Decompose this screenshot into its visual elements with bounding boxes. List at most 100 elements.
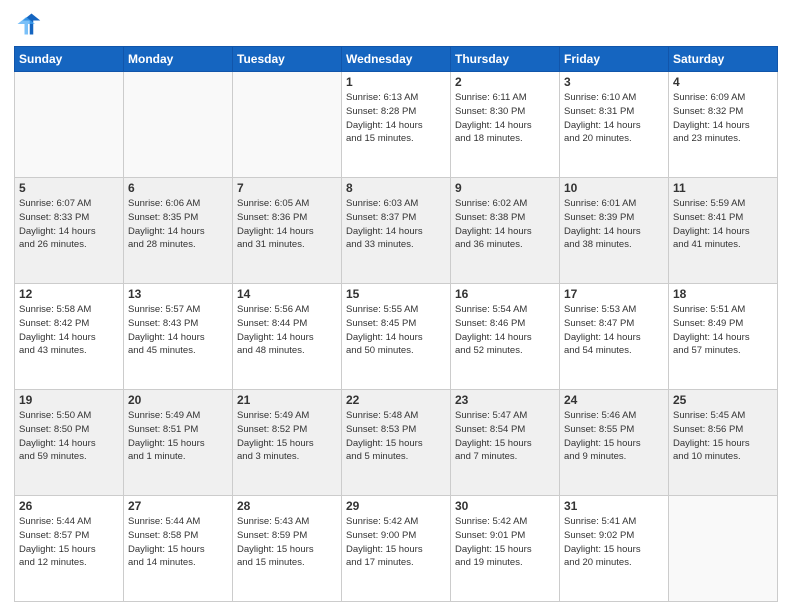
calendar-cell: 19 Sunrise: 5:50 AMSunset: 8:50 PMDayligh… bbox=[15, 390, 124, 496]
day-number: 24 bbox=[564, 393, 664, 407]
day-info: Sunrise: 6:03 AMSunset: 8:37 PMDaylight:… bbox=[346, 197, 446, 252]
day-info: Sunrise: 5:45 AMSunset: 8:56 PMDaylight:… bbox=[673, 409, 773, 464]
day-info: Sunrise: 5:51 AMSunset: 8:49 PMDaylight:… bbox=[673, 303, 773, 358]
day-info: Sunrise: 5:59 AMSunset: 8:41 PMDaylight:… bbox=[673, 197, 773, 252]
day-number: 13 bbox=[128, 287, 228, 301]
day-info: Sunrise: 5:47 AMSunset: 8:54 PMDaylight:… bbox=[455, 409, 555, 464]
calendar-cell: 27 Sunrise: 5:44 AMSunset: 8:58 PMDayligh… bbox=[124, 496, 233, 602]
day-number: 15 bbox=[346, 287, 446, 301]
day-info: Sunrise: 5:54 AMSunset: 8:46 PMDaylight:… bbox=[455, 303, 555, 358]
calendar-cell: 18 Sunrise: 5:51 AMSunset: 8:49 PMDayligh… bbox=[669, 284, 778, 390]
day-number: 27 bbox=[128, 499, 228, 513]
calendar-cell: 7 Sunrise: 6:05 AMSunset: 8:36 PMDaylight… bbox=[233, 178, 342, 284]
day-number: 25 bbox=[673, 393, 773, 407]
header bbox=[14, 10, 778, 38]
weekday-header-monday: Monday bbox=[124, 47, 233, 72]
day-info: Sunrise: 6:07 AMSunset: 8:33 PMDaylight:… bbox=[19, 197, 119, 252]
calendar-cell: 2 Sunrise: 6:11 AMSunset: 8:30 PMDaylight… bbox=[451, 72, 560, 178]
day-info: Sunrise: 5:44 AMSunset: 8:57 PMDaylight:… bbox=[19, 515, 119, 570]
day-number: 26 bbox=[19, 499, 119, 513]
day-info: Sunrise: 5:57 AMSunset: 8:43 PMDaylight:… bbox=[128, 303, 228, 358]
day-number: 18 bbox=[673, 287, 773, 301]
weekday-header-friday: Friday bbox=[560, 47, 669, 72]
day-info: Sunrise: 6:05 AMSunset: 8:36 PMDaylight:… bbox=[237, 197, 337, 252]
calendar-cell: 25 Sunrise: 5:45 AMSunset: 8:56 PMDayligh… bbox=[669, 390, 778, 496]
logo bbox=[14, 10, 46, 38]
day-info: Sunrise: 6:10 AMSunset: 8:31 PMDaylight:… bbox=[564, 91, 664, 146]
day-info: Sunrise: 5:49 AMSunset: 8:52 PMDaylight:… bbox=[237, 409, 337, 464]
day-number: 7 bbox=[237, 181, 337, 195]
calendar-cell: 31Sunrise: 5:41 AMSunset: 9:02 PMDayligh… bbox=[560, 496, 669, 602]
calendar-cell: 24 Sunrise: 5:46 AMSunset: 8:55 PMDayligh… bbox=[560, 390, 669, 496]
day-number: 16 bbox=[455, 287, 555, 301]
day-info: Sunrise: 6:02 AMSunset: 8:38 PMDaylight:… bbox=[455, 197, 555, 252]
calendar-cell: 3Sunrise: 6:10 AMSunset: 8:31 PMDaylight… bbox=[560, 72, 669, 178]
calendar-cell: 16 Sunrise: 5:54 AMSunset: 8:46 PMDayligh… bbox=[451, 284, 560, 390]
day-info: Sunrise: 5:43 AMSunset: 8:59 PMDaylight:… bbox=[237, 515, 337, 570]
calendar-cell bbox=[124, 72, 233, 178]
day-number: 19 bbox=[19, 393, 119, 407]
calendar-cell: 6Sunrise: 6:06 AMSunset: 8:35 PMDaylight… bbox=[124, 178, 233, 284]
calendar-cell: 8 Sunrise: 6:03 AMSunset: 8:37 PMDaylight… bbox=[342, 178, 451, 284]
calendar-cell: 5 Sunrise: 6:07 AMSunset: 8:33 PMDaylight… bbox=[15, 178, 124, 284]
calendar-cell: 17 Sunrise: 5:53 AMSunset: 8:47 PMDayligh… bbox=[560, 284, 669, 390]
calendar-cell: 14Sunrise: 5:56 AMSunset: 8:44 PMDayligh… bbox=[233, 284, 342, 390]
day-info: Sunrise: 5:53 AMSunset: 8:47 PMDaylight:… bbox=[564, 303, 664, 358]
day-info: Sunrise: 6:06 AMSunset: 8:35 PMDaylight:… bbox=[128, 197, 228, 252]
day-info: Sunrise: 5:46 AMSunset: 8:55 PMDaylight:… bbox=[564, 409, 664, 464]
calendar-cell bbox=[233, 72, 342, 178]
day-number: 17 bbox=[564, 287, 664, 301]
calendar-cell: 15 Sunrise: 5:55 AMSunset: 8:45 PMDayligh… bbox=[342, 284, 451, 390]
day-info: Sunrise: 5:44 AMSunset: 8:58 PMDaylight:… bbox=[128, 515, 228, 570]
calendar-cell: 23 Sunrise: 5:47 AMSunset: 8:54 PMDayligh… bbox=[451, 390, 560, 496]
day-info: Sunrise: 6:01 AMSunset: 8:39 PMDaylight:… bbox=[564, 197, 664, 252]
day-number: 30 bbox=[455, 499, 555, 513]
weekday-header-row: SundayMondayTuesdayWednesdayThursdayFrid… bbox=[15, 47, 778, 72]
day-number: 22 bbox=[346, 393, 446, 407]
day-info: Sunrise: 5:49 AMSunset: 8:51 PMDaylight:… bbox=[128, 409, 228, 464]
weekday-header-saturday: Saturday bbox=[669, 47, 778, 72]
weekday-header-wednesday: Wednesday bbox=[342, 47, 451, 72]
calendar-week-row: 1 Sunrise: 6:13 AMSunset: 8:28 PMDaylight… bbox=[15, 72, 778, 178]
day-number: 23 bbox=[455, 393, 555, 407]
day-info: Sunrise: 6:09 AMSunset: 8:32 PMDaylight:… bbox=[673, 91, 773, 146]
day-number: 1 bbox=[346, 75, 446, 89]
weekday-header-tuesday: Tuesday bbox=[233, 47, 342, 72]
logo-icon bbox=[14, 10, 42, 38]
calendar-cell bbox=[669, 496, 778, 602]
calendar-cell: 4Sunrise: 6:09 AMSunset: 8:32 PMDaylight… bbox=[669, 72, 778, 178]
day-info: Sunrise: 6:11 AMSunset: 8:30 PMDaylight:… bbox=[455, 91, 555, 146]
day-number: 11 bbox=[673, 181, 773, 195]
calendar-cell: 20 Sunrise: 5:49 AMSunset: 8:51 PMDayligh… bbox=[124, 390, 233, 496]
day-number: 31 bbox=[564, 499, 664, 513]
calendar-cell: 21Sunrise: 5:49 AMSunset: 8:52 PMDayligh… bbox=[233, 390, 342, 496]
day-number: 20 bbox=[128, 393, 228, 407]
day-number: 8 bbox=[346, 181, 446, 195]
day-info: Sunrise: 5:42 AMSunset: 9:01 PMDaylight:… bbox=[455, 515, 555, 570]
day-number: 28 bbox=[237, 499, 337, 513]
calendar-week-row: 12Sunrise: 5:58 AMSunset: 8:42 PMDayligh… bbox=[15, 284, 778, 390]
calendar-week-row: 26 Sunrise: 5:44 AMSunset: 8:57 PMDayligh… bbox=[15, 496, 778, 602]
calendar-cell: 9Sunrise: 6:02 AMSunset: 8:38 PMDaylight… bbox=[451, 178, 560, 284]
day-info: Sunrise: 5:58 AMSunset: 8:42 PMDaylight:… bbox=[19, 303, 119, 358]
calendar-cell: 1 Sunrise: 6:13 AMSunset: 8:28 PMDaylight… bbox=[342, 72, 451, 178]
page: SundayMondayTuesdayWednesdayThursdayFrid… bbox=[0, 0, 792, 612]
calendar: SundayMondayTuesdayWednesdayThursdayFrid… bbox=[14, 46, 778, 602]
day-info: Sunrise: 6:13 AMSunset: 8:28 PMDaylight:… bbox=[346, 91, 446, 146]
calendar-cell: 26 Sunrise: 5:44 AMSunset: 8:57 PMDayligh… bbox=[15, 496, 124, 602]
weekday-header-sunday: Sunday bbox=[15, 47, 124, 72]
calendar-week-row: 19 Sunrise: 5:50 AMSunset: 8:50 PMDayligh… bbox=[15, 390, 778, 496]
day-number: 5 bbox=[19, 181, 119, 195]
calendar-cell: 30 Sunrise: 5:42 AMSunset: 9:01 PMDayligh… bbox=[451, 496, 560, 602]
day-number: 2 bbox=[455, 75, 555, 89]
calendar-cell bbox=[15, 72, 124, 178]
calendar-cell: 12Sunrise: 5:58 AMSunset: 8:42 PMDayligh… bbox=[15, 284, 124, 390]
weekday-header-thursday: Thursday bbox=[451, 47, 560, 72]
calendar-cell: 13 Sunrise: 5:57 AMSunset: 8:43 PMDayligh… bbox=[124, 284, 233, 390]
calendar-cell: 28 Sunrise: 5:43 AMSunset: 8:59 PMDayligh… bbox=[233, 496, 342, 602]
day-info: Sunrise: 5:55 AMSunset: 8:45 PMDaylight:… bbox=[346, 303, 446, 358]
day-info: Sunrise: 5:48 AMSunset: 8:53 PMDaylight:… bbox=[346, 409, 446, 464]
day-info: Sunrise: 5:56 AMSunset: 8:44 PMDaylight:… bbox=[237, 303, 337, 358]
day-info: Sunrise: 5:50 AMSunset: 8:50 PMDaylight:… bbox=[19, 409, 119, 464]
day-number: 29 bbox=[346, 499, 446, 513]
